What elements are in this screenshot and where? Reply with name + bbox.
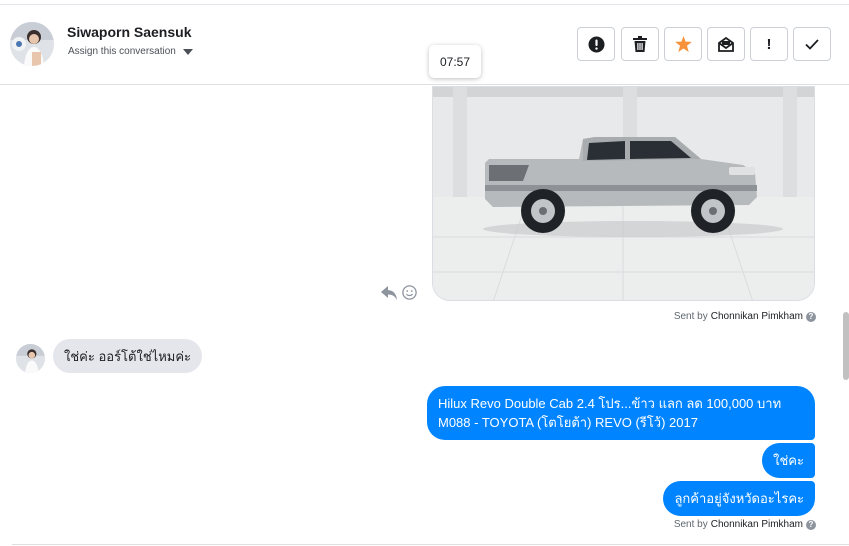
message-line: Hilux Revo Double Cab 2.4 โปร...ข้าว แลก…	[438, 396, 782, 411]
outgoing-message[interactable]: Hilux Revo Double Cab 2.4 โปร...ข้าว แลก…	[427, 386, 815, 440]
mark-unread-button[interactable]	[707, 27, 745, 61]
caret-down-icon	[182, 49, 193, 55]
contact-name[interactable]: Siwaporn Saensuk	[67, 24, 191, 40]
outgoing-message[interactable]: ใช่คะ	[762, 443, 815, 478]
sent-by-prefix: Sent by	[673, 311, 708, 322]
exclamation-circle-icon	[588, 36, 604, 52]
assign-label: Assign this conversation	[68, 46, 176, 57]
message-line: ลูกค้าอยู่จังหวัดอะไรคะ	[674, 491, 804, 506]
sender-name: Chonnikan Pimkham	[710, 519, 803, 530]
message-thread[interactable]: Sent by Chonnikan Pimkham ? ใช่ค่ะ ออร์โ…	[0, 86, 849, 546]
exclamation-icon: !	[766, 35, 772, 53]
trash-icon	[633, 36, 647, 52]
sent-by-label: Sent by Chonnikan Pimkham ?	[674, 519, 816, 530]
envelope-icon	[718, 36, 734, 52]
message-line: M088 - TOYOTA (โตโยต้า) REVO (รีโว้) 201…	[438, 415, 698, 430]
checkmark-icon	[805, 38, 819, 50]
sent-by-prefix: Sent by	[673, 519, 708, 530]
timestamp-tooltip: 07:57	[429, 45, 481, 78]
contact-avatar[interactable]	[10, 22, 54, 66]
sent-by-label: Sent by Chonnikan Pimkham ?	[674, 311, 816, 322]
smiley-reaction-icon[interactable]	[402, 285, 417, 300]
inbox-conversation-view: Siwaporn Saensuk Assign this conversatio…	[0, 0, 849, 546]
reply-icon[interactable]	[381, 285, 398, 300]
conversation-header: Siwaporn Saensuk Assign this conversatio…	[0, 0, 849, 85]
scrollbar-thumb[interactable]	[843, 312, 849, 380]
follow-up-button[interactable]: !	[750, 27, 788, 61]
divider	[0, 4, 849, 5]
mark-done-button[interactable]	[793, 27, 831, 61]
star-button[interactable]	[664, 27, 702, 61]
message-line: ใช่คะ	[773, 453, 804, 468]
sender-name: Chonnikan Pimkham	[710, 311, 803, 322]
mark-spam-button[interactable]	[577, 27, 615, 61]
car-photo-attachment[interactable]	[432, 86, 815, 301]
incoming-message[interactable]: ใช่ค่ะ ออร์โต้ใช่ไหมค่ะ	[53, 339, 203, 373]
assign-conversation-dropdown[interactable]: Assign this conversation	[68, 46, 193, 57]
contact-avatar-small[interactable]	[16, 344, 45, 373]
help-icon[interactable]: ?	[806, 311, 816, 322]
help-icon[interactable]: ?	[806, 519, 816, 530]
delete-button[interactable]	[621, 27, 659, 61]
outgoing-message[interactable]: ลูกค้าอยู่จังหวัดอะไรคะ	[663, 481, 815, 516]
message-actions	[381, 285, 417, 300]
star-icon	[674, 36, 692, 52]
composer-divider	[12, 544, 849, 545]
